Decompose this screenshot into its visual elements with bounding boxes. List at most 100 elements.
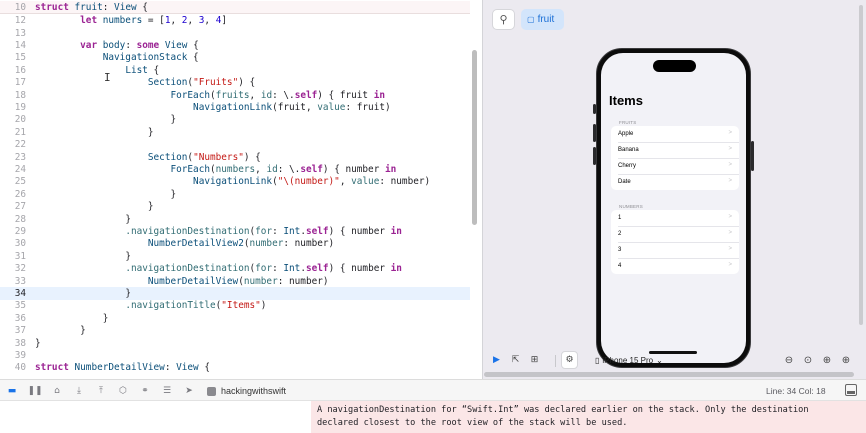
code-line[interactable]: 36 } — [0, 312, 470, 324]
line-number: 39 — [14, 349, 26, 361]
code-line[interactable]: 31 } — [0, 250, 470, 262]
list-item[interactable]: 4 > — [611, 258, 739, 274]
console-line: A navigationDestination for “Swift.Int” … — [317, 405, 809, 415]
code-line[interactable]: 23 Section("Numbers") { — [0, 151, 470, 163]
code-line[interactable]: 25 NavigationLink("\(number)", value: nu… — [0, 176, 470, 188]
code-line[interactable]: 37 } — [0, 325, 470, 337]
phone-power-button — [751, 141, 754, 171]
play-icon: ▶ — [493, 355, 500, 365]
step-into-icon: ⤓ — [77, 386, 81, 396]
view-hierarchy-button[interactable]: ⬡ — [115, 383, 131, 399]
code-line[interactable]: 12 let numbers = [1, 2, 3, 4] — [0, 15, 470, 27]
code-line[interactable]: 27 } — [0, 201, 470, 213]
list-item[interactable]: 1 > — [611, 210, 739, 226]
code-line[interactable]: 21 } — [0, 126, 470, 138]
graph-icon: ⚭ — [141, 386, 149, 396]
code-line[interactable]: 16 List { — [0, 64, 470, 76]
iphone-icon: ▯ — [595, 355, 600, 365]
chevron-right-icon: > — [728, 178, 732, 184]
code-line[interactable]: 10 struct fruit: View { — [0, 1, 470, 14]
code-text: ForEach(fruits, id: \.self) { fruit in — [170, 89, 386, 101]
code-line[interactable]: 20 } — [0, 114, 470, 126]
list-item[interactable]: Cherry > — [611, 158, 739, 174]
canvas-vertical-scrollbar[interactable] — [859, 5, 863, 325]
pause-icon: ❚❚ — [27, 386, 43, 396]
debug-area-icon: ▬ — [7, 386, 17, 396]
line-number: 19 — [14, 101, 26, 113]
code-line[interactable]: 14 var body: some View { — [0, 39, 470, 51]
memory-graph-button[interactable]: ⚭ — [137, 383, 153, 399]
code-line[interactable]: 17 Section("Fruits") { — [0, 77, 470, 89]
list-item-label: 4 — [618, 263, 622, 269]
code-line[interactable]: 40 struct NumberDetailView: View { — [0, 362, 470, 374]
code-line[interactable]: 22 — [0, 139, 470, 151]
debug-target[interactable]: hackingwithswift — [207, 383, 286, 399]
preview-tab-label: fruit — [537, 14, 555, 25]
code-line[interactable]: 29 .navigationDestination(for: Int.self)… — [0, 225, 470, 237]
list-item-label: Apple — [618, 131, 634, 137]
device-selector-label: iPhone 15 Pro — [602, 355, 654, 365]
preview-icon: ▢ — [527, 15, 535, 24]
variants-button[interactable]: ⊞ — [526, 351, 543, 369]
environment-overrides-button[interactable]: ☰ — [159, 383, 175, 399]
code-line[interactable]: 13 — [0, 27, 470, 39]
code-line[interactable]: 33 NumberDetailView(number: number) — [0, 275, 470, 287]
code-line[interactable]: 26 } — [0, 188, 470, 200]
console-panel-toggle[interactable] — [845, 384, 857, 396]
code-line[interactable]: 38} — [0, 337, 470, 349]
code-line[interactable]: 32 .navigationDestination(for: Int.self)… — [0, 263, 470, 275]
pause-button[interactable]: ❚❚ — [27, 383, 43, 399]
grid-icon: ⊞ — [530, 355, 539, 365]
list-item[interactable]: Apple > — [611, 126, 739, 142]
zoom-in-button[interactable]: ⊕ — [837, 351, 855, 369]
chevron-right-icon: > — [728, 230, 732, 236]
source-editor[interactable]: 10 struct fruit: View {12 let numbers = [… — [0, 0, 481, 379]
settings-icon: ⚙ — [565, 355, 574, 365]
editor-scrollbar[interactable] — [472, 50, 477, 225]
code-line[interactable]: 19 NavigationLink(fruit, value: fruit) — [0, 101, 470, 113]
chevron-right-icon: > — [728, 214, 732, 220]
live-mode-button[interactable]: ▶ — [488, 351, 505, 369]
device-selector[interactable]: ▯ iPhone 15 Pro ⌄ — [590, 351, 672, 369]
pin-preview-button[interactable]: ⚲ — [492, 9, 515, 30]
canvas-horizontal-scrollbar[interactable] — [484, 372, 854, 377]
code-line[interactable]: 39 — [0, 349, 470, 361]
code-line[interactable]: 28 } — [0, 213, 470, 225]
code-line[interactable]: 30 NumberDetailView2(number: number) — [0, 238, 470, 250]
list-item[interactable]: 2 > — [611, 226, 739, 242]
code-text: } — [125, 250, 131, 262]
code-line[interactable]: 18 ForEach(fruits, id: \.self) { fruit i… — [0, 89, 470, 101]
step-over-button[interactable]: ⌂ — [49, 383, 65, 399]
line-number: 37 — [14, 325, 26, 337]
list-item[interactable]: Date > — [611, 174, 739, 190]
phone-volume-down — [593, 147, 596, 165]
code-text: Section("Numbers") { — [147, 151, 261, 163]
device-settings-button[interactable]: ⚙ — [561, 351, 578, 369]
zoom-fit-button[interactable]: ⊕ — [818, 351, 836, 369]
line-number: 29 — [14, 225, 26, 237]
zoom-actual-button[interactable]: ⊙ — [799, 351, 817, 369]
list-item-label: 3 — [618, 247, 622, 253]
list-item-label: 2 — [618, 231, 622, 237]
step-out-button[interactable]: ⤒ — [93, 383, 109, 399]
dynamic-island — [653, 60, 696, 72]
code-line[interactable]: 24 ForEach(numbers, id: \.self) { number… — [0, 163, 470, 175]
numbers-group: 1 > 2 > 3 > 4 > — [611, 210, 739, 274]
line-number: 12 — [14, 15, 26, 27]
zoom-out-button[interactable]: ⊖ — [780, 351, 798, 369]
location-icon: ➤ — [185, 386, 193, 396]
step-into-button[interactable]: ⤓ — [71, 383, 87, 399]
simulate-location-button[interactable]: ➤ — [181, 383, 197, 399]
line-number: 20 — [14, 114, 26, 126]
code-line[interactable]: 15 NavigationStack { — [0, 52, 470, 64]
console-area[interactable]: A navigationDestination for “Swift.Int” … — [0, 401, 866, 433]
code-line[interactable]: 34 } — [0, 287, 470, 300]
selectable-mode-button[interactable]: ⇱ — [507, 351, 524, 369]
list-item[interactable]: 3 > — [611, 242, 739, 258]
chevron-right-icon: > — [728, 246, 732, 252]
console-warning-message: A navigationDestination for “Swift.Int” … — [311, 401, 866, 433]
list-item[interactable]: Banana > — [611, 142, 739, 158]
toggle-debug-area-button[interactable]: ▬ — [4, 383, 20, 399]
preview-tab-fruit[interactable]: ▢ fruit — [521, 9, 564, 30]
code-line[interactable]: 35 .navigationTitle("Items") — [0, 300, 470, 312]
